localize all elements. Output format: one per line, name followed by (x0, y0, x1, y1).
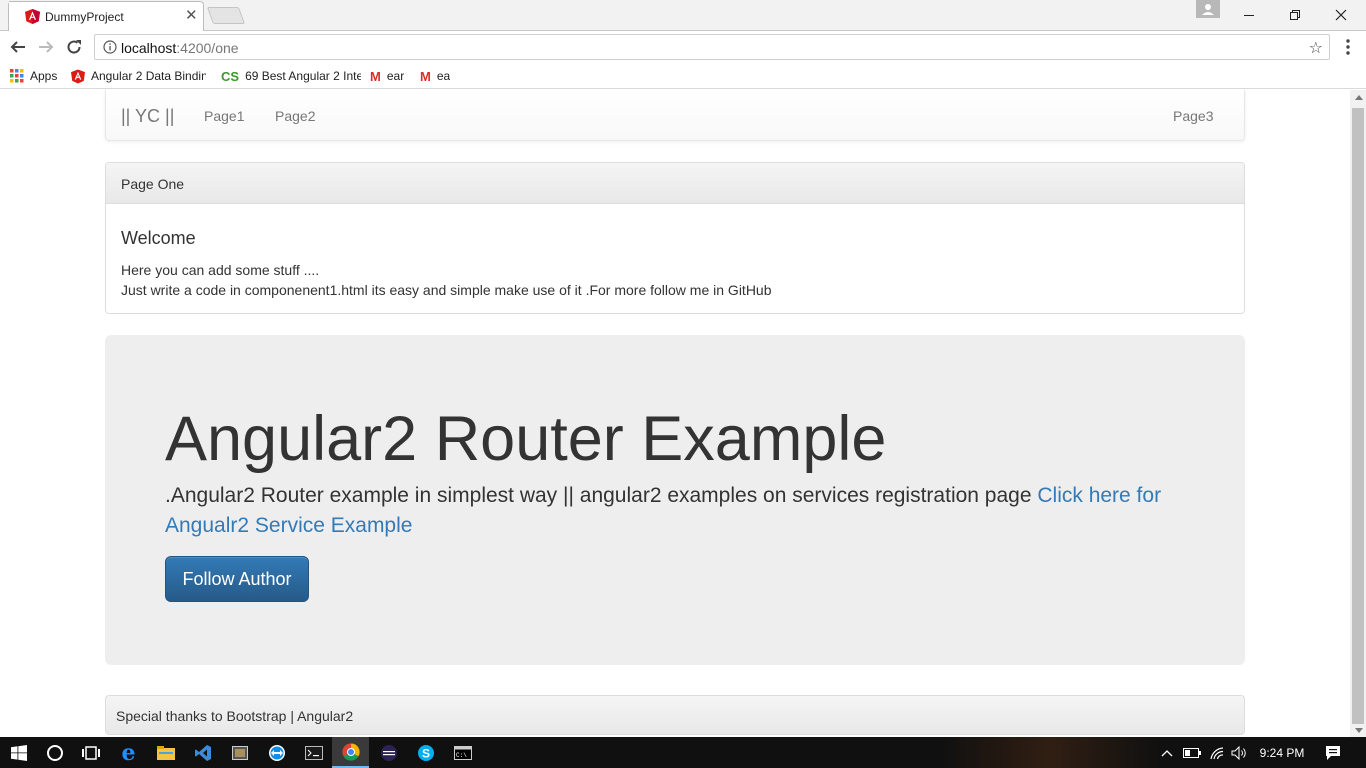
edge-browser-icon[interactable]: e (110, 737, 147, 768)
bookmark-star-icon[interactable]: ☆ (1309, 38, 1323, 58)
url-text: localhost:4200/one (121, 40, 239, 56)
chrome-browser-icon[interactable] (332, 737, 369, 768)
jumbotron-lead-text: .Angular2 Router example in simplest way… (165, 484, 1038, 507)
browser-toolbar: localhost:4200/one ☆ (0, 31, 1366, 63)
bookmark-label: Apps (30, 69, 58, 83)
scroll-down-arrow-icon[interactable] (1355, 728, 1363, 733)
jumbotron-lead: .Angular2 Router example in simplest way… (165, 481, 1185, 541)
wifi-icon[interactable] (1207, 737, 1227, 768)
restore-icon[interactable] (1272, 0, 1318, 29)
terminal-app-icon[interactable] (295, 737, 332, 768)
page-one-panel: Page One Welcome Here you can add some s… (105, 162, 1245, 314)
navbar-brand[interactable]: || YC || (121, 106, 174, 127)
nav-link-page1[interactable]: Page1 (204, 108, 244, 124)
command-prompt-icon[interactable]: C:\ (444, 737, 481, 768)
page-viewport: || YC || Page1 Page2 Page3 Page One Welc… (0, 90, 1350, 737)
browser-tab[interactable]: DummyProject ✕ (8, 1, 204, 31)
bookmarks-bar: Apps Angular 2 Data Bindin CS 69 Best An… (0, 63, 1366, 89)
jumbotron: Angular2 Router Example .Angular2 Router… (105, 335, 1245, 665)
panel-heading: Page One (106, 163, 1244, 204)
top-navbar: || YC || Page1 Page2 Page3 (105, 90, 1245, 141)
volume-icon[interactable] (1230, 737, 1250, 768)
bookmark-label: 69 Best Angular 2 Inte (245, 69, 362, 83)
scroll-up-arrow-icon[interactable] (1355, 95, 1363, 100)
tab-strip: DummyProject ✕ (0, 0, 1366, 31)
menu-dots-icon[interactable] (1340, 37, 1356, 57)
panel-text-line-2: Just write a code in componenent1.html i… (121, 282, 772, 298)
jumbotron-title: Angular2 Router Example (165, 404, 887, 474)
new-tab-button[interactable] (206, 7, 246, 24)
nav-link-page3[interactable]: Page3 (1173, 108, 1213, 124)
apps-grid-icon (10, 69, 24, 83)
clock-time[interactable]: 9:24 PM (1254, 737, 1310, 768)
svg-text:S: S (421, 746, 429, 760)
bookmark-label: Angular 2 Data Bindin (91, 69, 206, 83)
panel-text-line-1: Here you can add some stuff .... (121, 262, 320, 278)
action-center-icon[interactable] (1318, 737, 1348, 768)
show-hidden-icons-chevron-icon[interactable] (1158, 737, 1176, 768)
bookmark-apps[interactable]: Apps (10, 68, 57, 84)
tab-title: DummyProject (45, 10, 124, 24)
bookmark-angular-interview[interactable]: CS 69 Best Angular 2 Inte (221, 68, 361, 84)
close-tab-icon[interactable]: ✕ (185, 7, 198, 24)
battery-icon[interactable] (1182, 737, 1202, 768)
scrollbar-thumb[interactable] (1352, 108, 1364, 724)
info-icon[interactable] (103, 40, 117, 54)
teamviewer-icon[interactable] (258, 737, 295, 768)
panel-body: Welcome Here you can add some stuff ....… (106, 204, 1244, 300)
reload-icon[interactable] (62, 35, 86, 59)
gmail-icon: M (420, 68, 431, 84)
bookmark-angular-data-binding[interactable]: Angular 2 Data Bindin (71, 68, 206, 84)
task-view-icon[interactable] (72, 737, 109, 768)
page-footer: Special thanks to Bootstrap | Angular2 (105, 695, 1245, 735)
taskbar-wallpaper-glow (940, 737, 1160, 768)
photo-app-icon[interactable] (221, 737, 258, 768)
forward-arrow-icon[interactable] (34, 35, 58, 59)
cortana-search-icon[interactable] (36, 737, 73, 768)
address-bar[interactable]: localhost:4200/one ☆ (94, 34, 1330, 60)
minimize-icon[interactable] (1226, 0, 1272, 29)
bookmark-label: ea (436, 69, 451, 83)
welcome-heading: Welcome (121, 228, 196, 248)
skype-icon[interactable]: S (407, 737, 444, 768)
windows-start-icon[interactable] (0, 737, 37, 768)
bookmark-gmail-ear[interactable]: M ear (370, 68, 404, 84)
svg-text:C:\: C:\ (456, 752, 467, 759)
follow-author-button[interactable]: Follow Author (165, 556, 309, 602)
nav-link-page2[interactable]: Page2 (275, 108, 315, 124)
bookmark-gmail-ea[interactable]: M ea (420, 68, 450, 84)
bookmark-label: ear (386, 69, 405, 83)
gmail-icon: M (370, 68, 381, 84)
windows-taskbar: e S C:\ 9:24 PM (0, 737, 1366, 768)
angular-icon (25, 9, 40, 24)
file-explorer-icon[interactable] (147, 737, 184, 768)
page-scrollbar[interactable] (1350, 90, 1366, 737)
visual-studio-icon[interactable] (184, 737, 221, 768)
window-close-icon[interactable] (1318, 0, 1364, 29)
eclipse-icon[interactable] (370, 737, 407, 768)
back-arrow-icon[interactable] (6, 35, 30, 59)
cs-icon: CS (221, 68, 240, 84)
angular-icon (71, 69, 85, 83)
profile-icon[interactable] (1196, 0, 1220, 18)
